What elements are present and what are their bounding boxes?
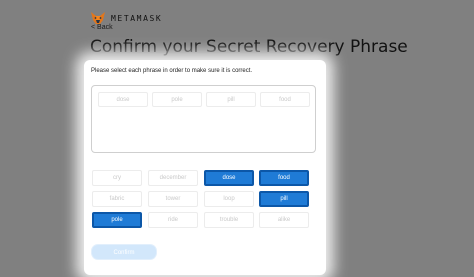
- word-chip[interactable]: december: [148, 170, 198, 186]
- brand-name: METAMASK: [111, 14, 163, 23]
- page-title: Confirm your Secret Recovery Phrase: [90, 37, 408, 57]
- selected-word-chip[interactable]: food: [260, 92, 310, 107]
- word-chip[interactable]: cry: [92, 170, 142, 186]
- selected-phrase-area: dose pole pill food: [91, 85, 316, 153]
- confirm-button[interactable]: Confirm: [91, 244, 157, 260]
- back-link[interactable]: < Back: [91, 24, 113, 31]
- word-chip[interactable]: fabric: [92, 191, 142, 207]
- selected-word-chip[interactable]: pill: [206, 92, 256, 107]
- word-chip[interactable]: dose: [204, 170, 254, 186]
- confirm-panel: Please select each phrase in order to ma…: [84, 60, 326, 275]
- instruction-text: Please select each phrase in order to ma…: [91, 68, 253, 74]
- word-chip[interactable]: ride: [148, 212, 198, 228]
- word-chip[interactable]: loop: [204, 191, 254, 207]
- word-chip[interactable]: tower: [148, 191, 198, 207]
- word-chip[interactable]: food: [259, 170, 309, 186]
- selected-word-chip[interactable]: dose: [98, 92, 148, 107]
- word-chip[interactable]: pole: [92, 212, 142, 228]
- word-chip[interactable]: alike: [259, 212, 309, 228]
- selected-word-chip[interactable]: pole: [152, 92, 202, 107]
- word-chip[interactable]: trouble: [204, 212, 254, 228]
- word-chip[interactable]: pill: [259, 191, 309, 207]
